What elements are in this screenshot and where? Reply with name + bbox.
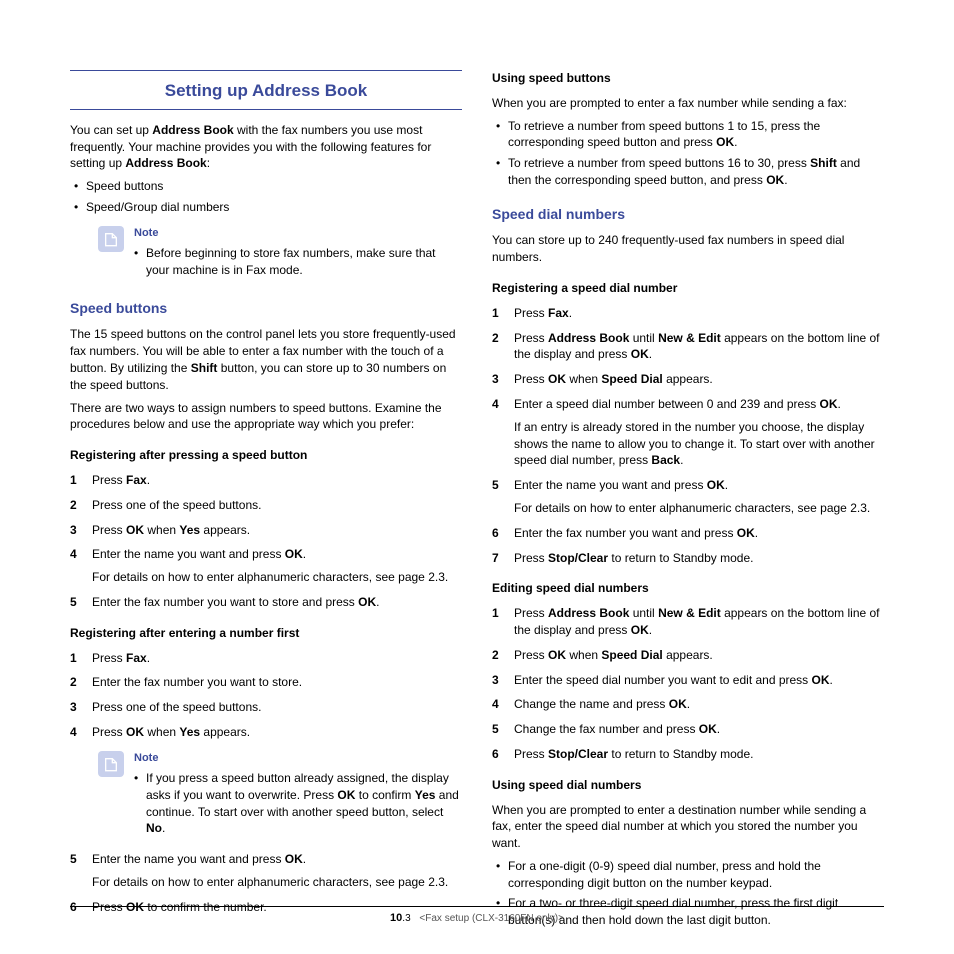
step: Enter the speed dial number you want to … xyxy=(492,672,884,689)
step: Press OK when Yes appears. xyxy=(70,724,462,741)
step-sub: For details on how to enter alphanumeric… xyxy=(92,874,462,891)
paragraph: When you are prompted to enter a fax num… xyxy=(492,95,884,112)
note-text: If you press a speed button already assi… xyxy=(134,770,462,837)
paragraph: The 15 speed buttons on the control pane… xyxy=(70,326,462,393)
note-icon xyxy=(98,226,124,252)
step: Press Fax. xyxy=(70,472,462,489)
steps-list: Press Fax. Enter the fax number you want… xyxy=(70,650,462,741)
step: Enter the name you want and press OK. Fo… xyxy=(70,851,462,891)
paragraph: When you are prompted to enter a destina… xyxy=(492,802,884,852)
step: Change the name and press OK. xyxy=(492,696,884,713)
sub-heading: Registering after entering a number firs… xyxy=(70,625,462,642)
note-label: Note xyxy=(134,751,462,766)
left-column: Setting up Address Book You can set up A… xyxy=(70,70,462,933)
step: Press Stop/Clear to return to Standby mo… xyxy=(492,550,884,567)
step-sub: If an entry is already stored in the num… xyxy=(514,419,884,469)
steps-list: Press Address Book until New & Edit appe… xyxy=(492,605,884,763)
sub-heading: Editing speed dial numbers xyxy=(492,580,884,597)
step: Enter the fax number you want to store a… xyxy=(70,594,462,611)
step-sub: For details on how to enter alphanumeric… xyxy=(514,500,884,517)
step: Press OK when Yes appears. xyxy=(70,522,462,539)
step: Press OK when Speed Dial appears. xyxy=(492,647,884,664)
sub-heading: Registering a speed dial number xyxy=(492,280,884,297)
list-item: Speed/Group dial numbers xyxy=(74,199,462,216)
list-item: To retrieve a number from speed buttons … xyxy=(496,118,884,152)
step: Press OK when Speed Dial appears. xyxy=(492,371,884,388)
step: Press Stop/Clear to return to Standby mo… xyxy=(492,746,884,763)
intro-paragraph: You can set up Address Book with the fax… xyxy=(70,122,462,172)
paragraph: There are two ways to assign numbers to … xyxy=(70,400,462,434)
bullet-list: To retrieve a number from speed buttons … xyxy=(496,118,884,189)
steps-list: Press Fax. Press one of the speed button… xyxy=(70,472,462,611)
page-footer: 10.3 <Fax setup (CLX-3160FN only)> xyxy=(70,906,884,926)
paragraph: You can store up to 240 frequently-used … xyxy=(492,232,884,266)
right-column: Using speed buttons When you are prompte… xyxy=(492,70,884,933)
note-box: Note Before beginning to store fax numbe… xyxy=(98,226,462,283)
step: Press Address Book until New & Edit appe… xyxy=(492,330,884,364)
page-number-rest: .3 xyxy=(402,913,410,924)
step-sub: For details on how to enter alphanumeric… xyxy=(92,569,462,586)
step: Enter the name you want and press OK. Fo… xyxy=(492,477,884,517)
step: Press Fax. xyxy=(70,650,462,667)
note-label: Note xyxy=(134,226,462,241)
step: Enter the name you want and press OK. Fo… xyxy=(70,546,462,586)
main-title: Setting up Address Book xyxy=(70,70,462,110)
step: Enter a speed dial number between 0 and … xyxy=(492,396,884,469)
steps-list: Press Fax. Press Address Book until New … xyxy=(492,305,884,567)
sub-heading: Registering after pressing a speed butto… xyxy=(70,447,462,464)
section-heading: Speed buttons xyxy=(70,299,462,319)
step: Press Address Book until New & Edit appe… xyxy=(492,605,884,639)
step: Enter the fax number you want and press … xyxy=(492,525,884,542)
sub-heading: Using speed dial numbers xyxy=(492,777,884,794)
note-box: Note If you press a speed button already… xyxy=(98,751,462,842)
step: Change the fax number and press OK. xyxy=(492,721,884,738)
intro-bullets: Speed buttons Speed/Group dial numbers xyxy=(74,178,462,216)
note-text: Before beginning to store fax numbers, m… xyxy=(134,245,462,279)
page-number-bold: 10 xyxy=(390,912,402,924)
step: Press one of the speed buttons. xyxy=(70,699,462,716)
section-heading: Speed dial numbers xyxy=(492,205,884,225)
list-item: For a one-digit (0-9) speed dial number,… xyxy=(496,858,884,892)
page-columns: Setting up Address Book You can set up A… xyxy=(70,70,884,933)
sub-heading: Using speed buttons xyxy=(492,70,884,87)
step: Press Fax. xyxy=(492,305,884,322)
list-item: To retrieve a number from speed buttons … xyxy=(496,155,884,189)
chapter-label: <Fax setup (CLX-3160FN only)> xyxy=(419,913,564,924)
step: Enter the fax number you want to store. xyxy=(70,674,462,691)
list-item: Speed buttons xyxy=(74,178,462,195)
note-icon xyxy=(98,751,124,777)
step: Press one of the speed buttons. xyxy=(70,497,462,514)
